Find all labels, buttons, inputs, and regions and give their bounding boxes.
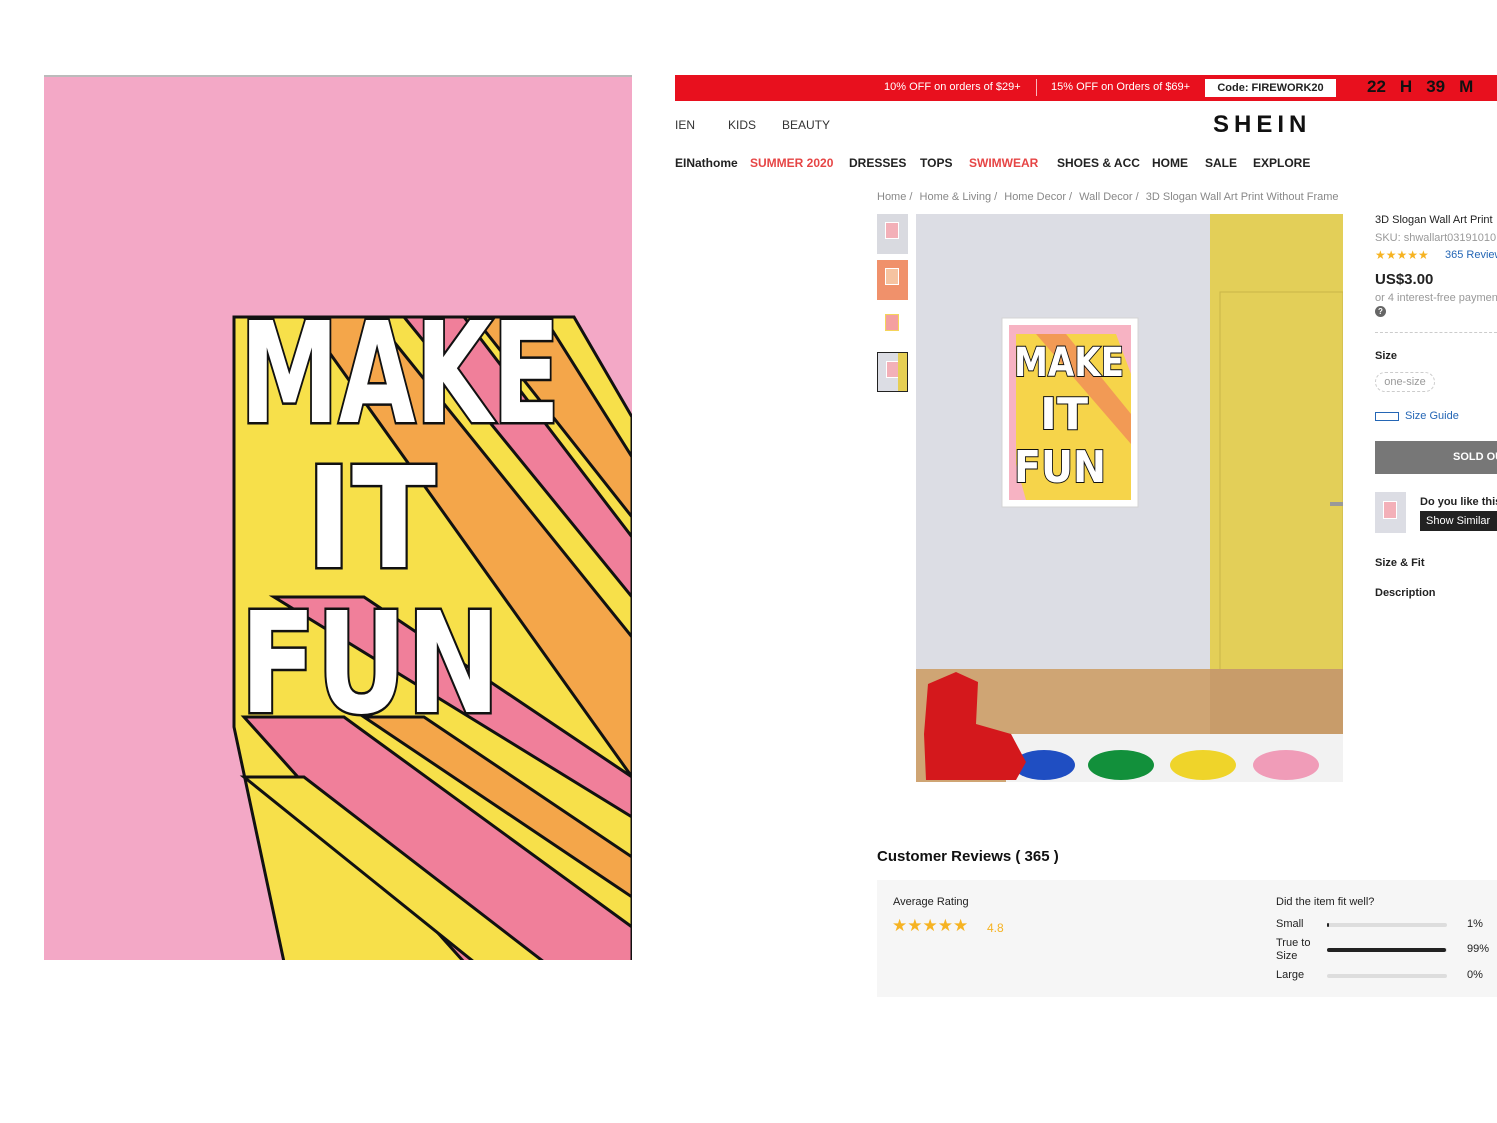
breadcrumb-current: 3D Slogan Wall Art Print Without Frame bbox=[1145, 191, 1339, 203]
description-section[interactable]: Description bbox=[1375, 587, 1436, 599]
sold-out-button[interactable]: SOLD OUT bbox=[1375, 441, 1497, 474]
like-prompt: Do you like this? bbox=[1420, 496, 1497, 508]
product-sku: SKU: shwallart03191010 bbox=[1375, 232, 1497, 244]
shein-product-page: 10% OFF on orders of $29+ 15% OFF on Ord… bbox=[675, 75, 1497, 1015]
promo-bar[interactable]: 10% OFF on orders of $29+ 15% OFF on Ord… bbox=[675, 75, 1497, 101]
installments-text: or 4 interest-free payments bbox=[1375, 292, 1497, 304]
catnav-item-sale[interactable]: SALE bbox=[1205, 156, 1237, 170]
fit-label: Small bbox=[1276, 918, 1304, 930]
thumbnail-2[interactable] bbox=[877, 260, 908, 300]
main-product-image[interactable]: MAKE IT FUN bbox=[916, 214, 1343, 782]
thumbnail-3[interactable] bbox=[877, 306, 908, 346]
thumbnail-4-selected[interactable] bbox=[877, 352, 908, 392]
size-option-button[interactable]: one-size bbox=[1375, 372, 1435, 392]
catnav-item-dresses[interactable]: DRESSES bbox=[849, 156, 906, 170]
thumbnail-strip bbox=[877, 214, 909, 398]
average-rating-stars-icon: ★★★★★ bbox=[892, 916, 969, 935]
catnav-item-home[interactable]: HOME bbox=[1152, 156, 1188, 170]
breadcrumb-home-decor[interactable]: Home Decor / bbox=[1004, 191, 1072, 203]
fit-bar-fill bbox=[1327, 948, 1446, 952]
divider bbox=[1375, 332, 1497, 333]
catnav-item-swimwear[interactable]: SWIMWEAR bbox=[969, 156, 1038, 170]
promo-countdown: 22 H 39 M bbox=[1367, 77, 1487, 97]
size-guide-link[interactable]: Size Guide bbox=[1375, 410, 1459, 422]
reviews-title: Customer Reviews ( 365 ) bbox=[877, 848, 1059, 865]
promo-offer-1: 10% OFF on orders of $29+ bbox=[884, 81, 1021, 93]
fit-percent: 1% bbox=[1467, 918, 1483, 930]
breadcrumb-home[interactable]: Home / bbox=[877, 191, 912, 203]
fit-bar bbox=[1327, 948, 1447, 952]
fit-label: Large bbox=[1276, 969, 1305, 981]
promo-code[interactable]: Code: FIREWORK20 bbox=[1205, 79, 1336, 97]
catnav-item-summer-2020[interactable]: SUMMER 2020 bbox=[750, 156, 833, 170]
fit-percent: 0% bbox=[1467, 969, 1483, 981]
countdown-hours: 22 bbox=[1367, 77, 1386, 96]
product-title: 3D Slogan Wall Art Print bbox=[1375, 214, 1493, 226]
catnav-item-explore[interactable]: EXPLORE bbox=[1253, 156, 1310, 170]
topnav-item-men[interactable]: IEN bbox=[675, 118, 695, 132]
topnav-item-beauty[interactable]: BEAUTY bbox=[782, 118, 830, 132]
poster-line-2: IT bbox=[1040, 389, 1088, 440]
category-navigation: EINathome SUMMER 2020 DRESSES TOPS SWIMW… bbox=[675, 151, 1497, 181]
artwork-line-1: MAKE bbox=[240, 293, 560, 456]
breadcrumb-wall-decor[interactable]: Wall Decor / bbox=[1079, 191, 1139, 203]
fit-bar bbox=[1327, 923, 1447, 927]
poster-line-3: FUN bbox=[1014, 442, 1106, 493]
fit-label: True to Size bbox=[1276, 937, 1311, 962]
breadcrumb-home-living[interactable]: Home & Living / bbox=[920, 191, 998, 203]
product-price: US$3.00 bbox=[1375, 271, 1434, 288]
artwork-line-2: IT bbox=[306, 438, 436, 601]
countdown-minutes-unit: M bbox=[1459, 77, 1474, 96]
catnav-item-shoes-acc[interactable]: SHOES & ACC bbox=[1057, 156, 1140, 170]
size-fit-section[interactable]: Size & Fit bbox=[1375, 557, 1425, 569]
similar-item-thumbnail[interactable] bbox=[1375, 492, 1406, 533]
ruler-icon bbox=[1375, 411, 1399, 421]
artwork-line-3: FUN bbox=[240, 583, 500, 746]
fit-question: Did the item fit well? bbox=[1276, 896, 1375, 908]
breadcrumb: Home / Home & Living / Home Decor / Wall… bbox=[877, 191, 1343, 203]
reviews-link[interactable]: 365 Reviews bbox=[1445, 249, 1497, 261]
thumbnail-1[interactable] bbox=[877, 214, 908, 254]
fit-bar bbox=[1327, 974, 1447, 978]
help-icon[interactable]: ? bbox=[1375, 306, 1386, 317]
reviews-summary: Average Rating ★★★★★ 4.8 Did the item fi… bbox=[877, 880, 1497, 997]
fit-percent: 99% bbox=[1467, 943, 1490, 955]
catnav-item-sheinathome[interactable]: EINathome bbox=[675, 156, 738, 170]
promo-divider bbox=[1036, 79, 1037, 96]
poster-line-1: MAKE bbox=[1014, 340, 1124, 386]
artwork-illustration: MAKE IT FUN bbox=[232, 291, 632, 960]
rating-stars-icon: ★★★★★ bbox=[1375, 248, 1429, 262]
top-navigation: IEN KIDS BEAUTY SHEIN bbox=[675, 101, 1497, 147]
countdown-hours-unit: H bbox=[1399, 77, 1413, 96]
size-label: Size bbox=[1375, 350, 1398, 362]
average-rating-label: Average Rating bbox=[893, 896, 969, 908]
catnav-item-tops[interactable]: TOPS bbox=[920, 156, 952, 170]
show-similar-button[interactable]: Show Similar bbox=[1420, 511, 1497, 531]
size-guide-label: Size Guide bbox=[1405, 410, 1459, 422]
shein-logo[interactable]: SHEIN bbox=[1213, 111, 1311, 139]
promo-offer-2: 15% OFF on Orders of $69+ bbox=[1051, 81, 1191, 93]
fit-bar-fill bbox=[1327, 923, 1329, 927]
artwork-poster: MAKE IT FUN bbox=[44, 75, 632, 960]
topnav-item-kids[interactable]: KIDS bbox=[728, 118, 756, 132]
countdown-minutes: 39 bbox=[1426, 77, 1446, 96]
average-rating-value: 4.8 bbox=[987, 921, 1004, 935]
